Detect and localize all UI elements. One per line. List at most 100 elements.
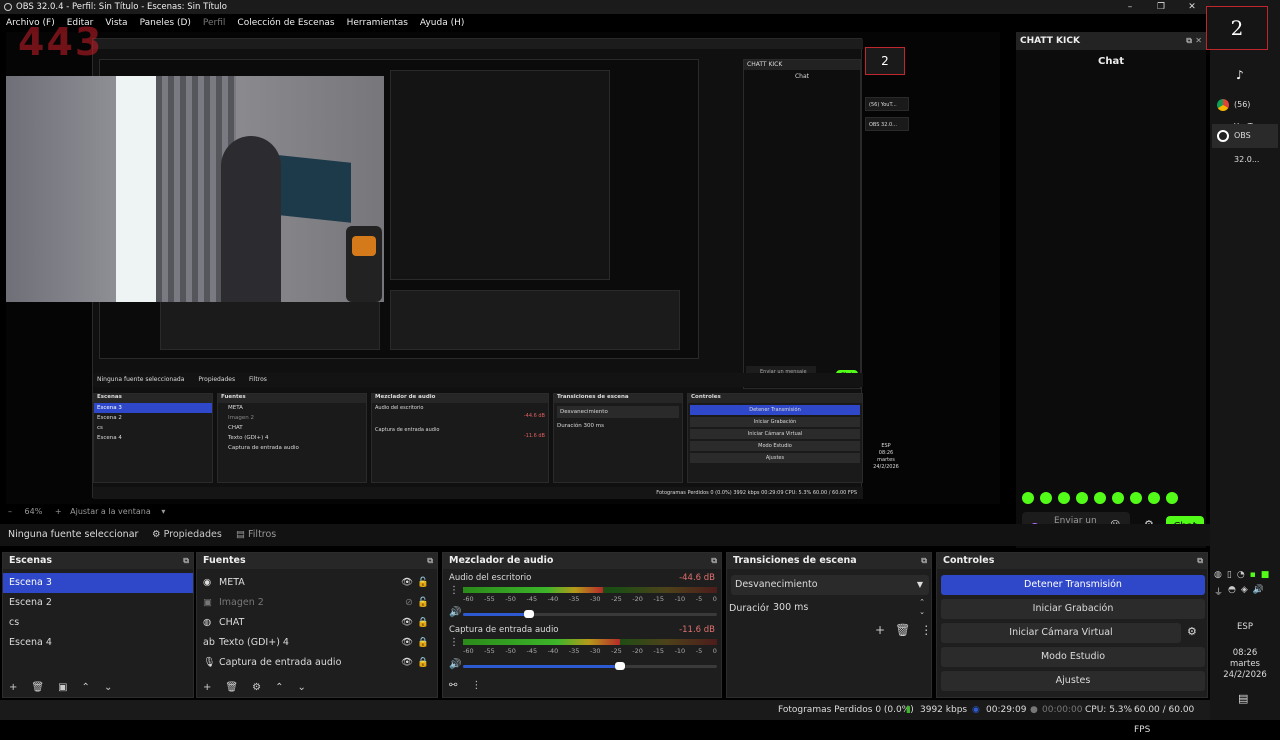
speaker-icon[interactable]: 🔊 bbox=[449, 659, 461, 670]
menu-ayuda[interactable]: Ayuda (H) bbox=[420, 14, 464, 32]
scale-tick: -55 bbox=[484, 595, 495, 603]
volume-icon[interactable]: 🔊 bbox=[1253, 585, 1264, 598]
gear-icon[interactable]: ⚙ bbox=[1187, 625, 1197, 638]
trash-icon[interactable]: 🗑 bbox=[31, 682, 44, 693]
kebab-icon[interactable]: ⋮ bbox=[471, 680, 481, 691]
status-bar: Fotogramas Perdidos 0 (0.0%) ▮ 3992 kbps… bbox=[0, 700, 1210, 735]
taskbar-tab-youtube[interactable]: (56) YouT... bbox=[1212, 94, 1278, 131]
menu-vista[interactable]: Vista bbox=[105, 14, 127, 32]
source-item[interactable]: ab Texto (GDI+) 4 👁 🔒 bbox=[197, 633, 437, 653]
source-item[interactable]: ◉ META 👁 🔓 bbox=[197, 573, 437, 593]
eye-icon[interactable]: 👁 bbox=[401, 653, 413, 673]
start-virtual-camera-button[interactable]: Iniciar Cámara Virtual bbox=[941, 623, 1181, 643]
menu-herramientas[interactable]: Herramientas bbox=[347, 14, 408, 32]
emote-icon[interactable] bbox=[1166, 492, 1178, 504]
add-icon[interactable]: + bbox=[875, 623, 885, 637]
lock-icon[interactable]: 🔒 bbox=[417, 633, 429, 653]
emote-icon[interactable] bbox=[1022, 492, 1034, 504]
notification-badge[interactable]: 2 bbox=[1206, 6, 1268, 50]
settings-button[interactable]: Ajustes bbox=[941, 671, 1205, 691]
notification-icon[interactable]: ▤ bbox=[1238, 692, 1248, 705]
chrome-tray-icon[interactable]: ◍ bbox=[1214, 570, 1222, 580]
float-icon[interactable]: ⧉ bbox=[921, 553, 927, 569]
add-icon[interactable]: + bbox=[203, 682, 211, 693]
emote-icon[interactable] bbox=[1112, 492, 1124, 504]
menu-bar: Archivo (F) Editar Vista Paneles (D) Per… bbox=[0, 14, 1000, 32]
source-item[interactable]: 🎙 Captura de entrada audio 👁 🔒 bbox=[197, 653, 437, 673]
scene-item[interactable]: Escena 4 bbox=[3, 633, 193, 653]
language-indicator[interactable]: ESP bbox=[1210, 622, 1280, 632]
trash-icon[interactable]: 🗑 bbox=[895, 623, 910, 637]
volume-slider[interactable] bbox=[524, 610, 534, 618]
battery-icon[interactable]: ▯ bbox=[1227, 570, 1232, 580]
emote-icon[interactable] bbox=[1094, 492, 1106, 504]
chevron-up-icon[interactable]: ⌃ bbox=[275, 682, 283, 693]
eye-icon[interactable]: 👁 bbox=[401, 573, 413, 593]
maximize-button[interactable]: ❐ bbox=[1151, 0, 1171, 14]
eye-icon[interactable]: 👁 bbox=[401, 633, 413, 653]
audio-settings-icon[interactable]: ⚯ bbox=[449, 680, 457, 691]
minimize-button[interactable]: – bbox=[1120, 0, 1140, 14]
gear-icon[interactable]: ⚙ bbox=[252, 682, 261, 693]
emote-icon[interactable] bbox=[1040, 492, 1052, 504]
kebab-icon[interactable]: ⋮ bbox=[449, 637, 459, 648]
close-button[interactable]: ✕ bbox=[1182, 0, 1202, 14]
nvidia-icon[interactable]: ■ bbox=[1261, 570, 1270, 580]
shield-icon[interactable]: ◈ bbox=[1241, 585, 1248, 598]
kebab-icon[interactable]: ⋮ bbox=[449, 585, 459, 596]
menu-paneles[interactable]: Paneles (D) bbox=[140, 14, 191, 32]
usb-icon[interactable]: ⏚ bbox=[1214, 585, 1223, 598]
float-icon[interactable]: ⧉ bbox=[1186, 32, 1192, 50]
chat-dock-title: CHATT KICK ⧉ ✕ bbox=[1016, 32, 1206, 50]
studio-mode-button[interactable]: Modo Estudio bbox=[941, 647, 1205, 667]
emote-icon[interactable] bbox=[1058, 492, 1070, 504]
chevron-down-icon[interactable]: ⌄ bbox=[104, 682, 112, 693]
eye-icon[interactable]: 👁 bbox=[401, 613, 413, 633]
eye-hidden-icon[interactable]: ⊘ bbox=[405, 593, 413, 613]
chevron-down-icon[interactable]: ⌄ bbox=[297, 682, 305, 693]
filter-icon[interactable]: ▣ bbox=[58, 682, 67, 693]
start-recording-button[interactable]: Iniciar Grabación bbox=[941, 599, 1205, 619]
transition-select[interactable]: Desvanecimiento ▼ bbox=[731, 575, 929, 595]
volume-slider[interactable] bbox=[615, 662, 625, 670]
menu-perfil[interactable]: Perfil bbox=[203, 14, 226, 32]
add-icon[interactable]: + bbox=[9, 682, 17, 693]
scene-item[interactable]: cs bbox=[3, 613, 193, 633]
lock-icon[interactable]: 🔓 bbox=[417, 593, 429, 613]
discord-icon[interactable]: ◓ bbox=[1228, 585, 1236, 598]
zoom-in-button[interactable]: + bbox=[55, 507, 62, 516]
clock[interactable]: 08:26 martes 24/2/2026 bbox=[1210, 648, 1280, 681]
taskbar-tab-obs[interactable]: OBS 32.0... bbox=[1212, 124, 1278, 164]
source-item[interactable]: ◍ CHAT 👁 🔒 bbox=[197, 613, 437, 633]
kick-tray-icon[interactable]: ▪ bbox=[1250, 570, 1256, 580]
filters-button[interactable]: ▤ Filtros bbox=[236, 524, 276, 546]
float-icon[interactable]: ⧉ bbox=[183, 553, 189, 569]
emote-icon[interactable] bbox=[1148, 492, 1160, 504]
zoom-out-button[interactable]: – bbox=[8, 507, 12, 516]
scene-item[interactable]: Escena 3 bbox=[3, 573, 193, 593]
menu-coleccion[interactable]: Colección de Escenas bbox=[237, 14, 334, 32]
lock-icon[interactable]: 🔓 bbox=[417, 573, 429, 593]
duration-input[interactable]: 300 ms ⌃ ⌄ bbox=[769, 597, 929, 617]
trash-icon[interactable]: 🗑 bbox=[225, 682, 238, 693]
source-item[interactable]: ▣ Imagen 2 ⊘ 🔓 bbox=[197, 593, 437, 613]
properties-button[interactable]: ⚙ Propiedades bbox=[152, 524, 222, 546]
steam-icon[interactable]: ◔ bbox=[1237, 570, 1245, 580]
tiktok-icon[interactable]: ♪ bbox=[1236, 68, 1244, 82]
float-icon[interactable]: ⧉ bbox=[427, 553, 433, 569]
speaker-icon[interactable]: 🔊 bbox=[449, 607, 461, 618]
emote-icon[interactable] bbox=[1076, 492, 1088, 504]
emote-icon[interactable] bbox=[1130, 492, 1142, 504]
scene-item[interactable]: Escena 2 bbox=[3, 593, 193, 613]
lock-icon[interactable]: 🔒 bbox=[417, 653, 429, 673]
chevron-up-icon[interactable]: ⌃ bbox=[82, 682, 90, 693]
float-icon[interactable]: ⧉ bbox=[1197, 553, 1203, 569]
chevron-down-icon[interactable]: ▾ bbox=[161, 507, 165, 516]
stop-stream-button[interactable]: Detener Transmisión bbox=[941, 575, 1205, 595]
kebab-icon[interactable]: ⋮ bbox=[920, 623, 932, 637]
stepper-icon[interactable]: ⌃ ⌄ bbox=[919, 597, 925, 617]
close-icon[interactable]: ✕ bbox=[1195, 32, 1202, 50]
fit-window-label[interactable]: Ajustar a la ventana bbox=[70, 507, 151, 516]
float-icon[interactable]: ⧉ bbox=[711, 553, 717, 569]
lock-icon[interactable]: 🔒 bbox=[417, 613, 429, 633]
